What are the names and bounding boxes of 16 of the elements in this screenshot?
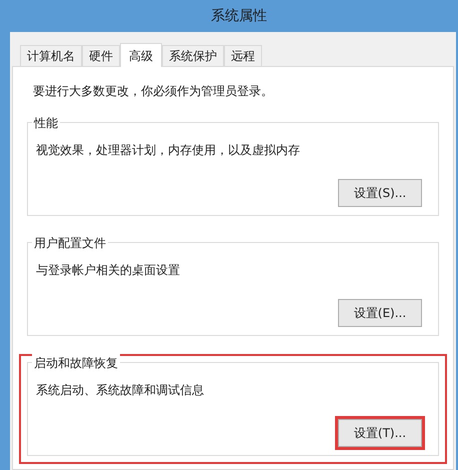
settings-button[interactable]: 设置(T)... <box>338 419 422 447</box>
settings-button[interactable]: 设置(E)... <box>338 299 422 327</box>
admin-notice: 要进行大多数更改，你必须作为管理员登录。 <box>33 83 274 100</box>
tab[interactable]: 远程 <box>224 45 262 66</box>
tab[interactable]: 硬件 <box>82 45 120 66</box>
group-title: 启动和故障恢复 <box>32 354 120 372</box>
group-title: 性能 <box>32 114 60 132</box>
group-description: 系统启动、系统故障和调试信息 <box>36 382 205 399</box>
group-description: 与登录帐户相关的桌面设置 <box>36 262 181 279</box>
tab[interactable]: 计算机名 <box>20 45 82 66</box>
tab[interactable]: 高级 <box>120 43 162 67</box>
group-title: 用户配置文件 <box>32 234 108 252</box>
tab[interactable]: 系统保护 <box>162 45 224 66</box>
settings-button[interactable]: 设置(S)... <box>338 179 422 207</box>
group-description: 视觉效果，处理器计划，内存使用，以及虚拟内存 <box>36 142 301 159</box>
window-title: 系统属性 <box>211 6 267 26</box>
